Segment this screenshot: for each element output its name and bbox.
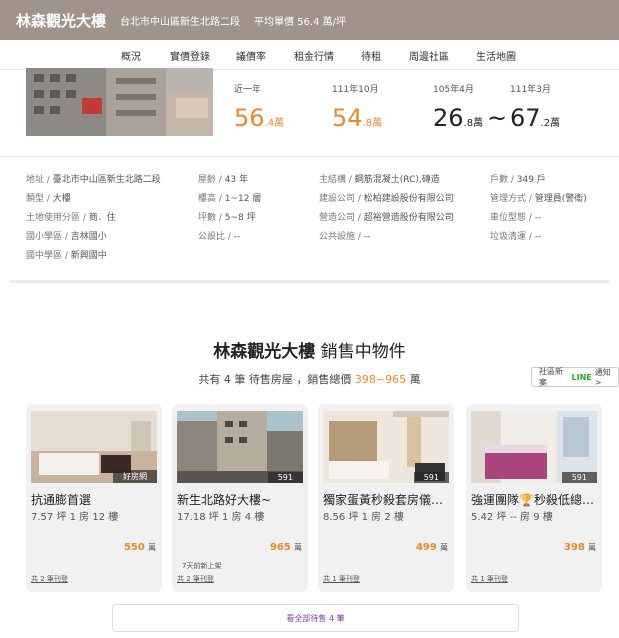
info-elementary-school: 國小學區 / 吉林國小: [26, 232, 107, 242]
info-area: 坪數 / 5~8 坪: [198, 213, 256, 223]
tab-for-rent[interactable]: 待租: [361, 48, 381, 63]
listing-source-badge: 591: [561, 472, 597, 483]
info-public-ratio: 公設比 / --: [198, 232, 241, 242]
building-photo[interactable]: [26, 68, 213, 136]
listing-photo[interactable]: 591: [177, 411, 303, 483]
listing-card[interactable]: 591 獨家蛋黃秒殺套房儀… 8.56 坪 1 房 2 樓 499 萬 共 1 …: [318, 404, 454, 592]
price-label-min-date: 105年4月: [433, 85, 474, 95]
tab-nearby-communities[interactable]: 周邊社區: [409, 48, 449, 63]
price-recent-year: 56.4萬: [234, 104, 285, 132]
info-facilities: 公共設施 / --: [319, 232, 371, 242]
listing-title[interactable]: 獨家蛋黃秒殺套房儀…: [323, 491, 449, 508]
info-builder: 建設公司 / 松柏建設股份有限公司: [319, 194, 454, 204]
price-label-latest-month: 111年10月: [332, 85, 379, 95]
listing-price: 550 萬: [123, 542, 156, 553]
listing-agent-count[interactable]: 共 2 筆刊登: [177, 574, 214, 584]
building-name: 林森觀光大樓: [16, 11, 107, 30]
divider: [0, 156, 619, 157]
tab-transactions[interactable]: 實價登錄: [170, 48, 210, 63]
price-label-recent-year: 近一年: [234, 85, 262, 95]
listing-spec: 5.42 坪 -- 房 9 樓: [471, 512, 553, 523]
listing-card[interactable]: 591 強運團隊🏆秒殺低總… 5.42 坪 -- 房 9 樓 398 萬 共 1…: [466, 404, 602, 592]
section-tabs: 概況 實價登錄 議價率 租金行情 待租 周邊社區 生活地圖: [0, 40, 619, 70]
tab-bargain-rate[interactable]: 議價率: [236, 48, 266, 63]
listing-spec: 17.18 坪 1 房 4 樓: [177, 512, 265, 523]
info-address: 地址 / 臺北市中山區新生北路二段: [26, 175, 161, 185]
info-age: 屋齡 / 43 年: [198, 175, 249, 185]
listing-photo[interactable]: 591: [471, 411, 597, 483]
listing-title[interactable]: 抗通膨首選: [31, 491, 157, 508]
view-all-listings-button[interactable]: 看全部待售 4 筆: [112, 604, 519, 632]
info-structure: 主結構 / 鋼筋混凝土(RC),磚造: [319, 175, 440, 185]
info-type: 類型 / 大樓: [26, 194, 71, 204]
listing-agent-count[interactable]: 共 2 筆刊登: [31, 574, 68, 584]
info-floors: 樓高 / 1~12 層: [198, 194, 262, 204]
listing-price: 398 萬: [563, 542, 596, 553]
info-garbage: 垃圾清運 / --: [490, 232, 542, 242]
tab-life-map[interactable]: 生活地圖: [476, 48, 516, 63]
listing-agent-count[interactable]: 共 1 筆刊登: [323, 574, 360, 584]
tab-rent-prices[interactable]: 租金行情: [294, 48, 334, 63]
listing-source-badge: 591: [267, 472, 303, 483]
tab-overview[interactable]: 概況: [121, 48, 141, 70]
listing-title[interactable]: 新生北路好大樓~: [177, 491, 303, 508]
info-households: 戶數 / 349 戶: [490, 175, 546, 185]
price-latest-month: 54.8萬: [332, 104, 383, 132]
price-range-tilde: ~: [487, 104, 508, 132]
listing-source-badge: 好房網: [113, 470, 157, 483]
listing-new-tag: 7天前新上架: [182, 562, 222, 570]
price-min: 26.8萬: [433, 104, 484, 132]
listing-photo[interactable]: 591: [323, 411, 449, 483]
listing-price: 965 萬: [269, 542, 302, 553]
listing-agent-count[interactable]: 共 1 筆刊登: [471, 574, 508, 584]
listing-price: 499 萬: [415, 542, 448, 553]
line-notify-button[interactable]: 社區新案 LINE 通知 >: [531, 367, 619, 387]
info-management: 管理方式 / 管理員(警衛): [490, 194, 587, 204]
price-max: 67.2萬: [510, 104, 561, 132]
building-header: 林森觀光大樓 台北市中山區新生北路二段 平均單價 56.4 萬/坪: [0, 0, 619, 40]
section-divider: [10, 280, 609, 283]
for-sale-title: 林森觀光大樓 銷售中物件: [213, 342, 406, 362]
info-contractor: 營造公司 / 超裕營造股份有限公司: [319, 213, 454, 223]
listing-photo[interactable]: 好房網: [31, 411, 157, 483]
info-zoning: 土地使用分區 / 商．住: [26, 213, 116, 223]
info-parking: 車位型態 / --: [490, 213, 542, 223]
average-price: 平均單價 56.4 萬/坪: [254, 16, 347, 28]
listing-spec: 7.57 坪 1 房 12 樓: [31, 512, 119, 523]
listing-title[interactable]: 強運團隊🏆秒殺低總…: [471, 491, 597, 508]
listing-source-badge: 591: [413, 472, 449, 483]
info-junior-high-school: 國中學區 / 新興國中: [26, 251, 107, 261]
listing-card[interactable]: 591 新生北路好大樓~ 17.18 坪 1 房 4 樓 965 萬 7天前新上…: [172, 404, 308, 592]
listing-spec: 8.56 坪 1 房 2 樓: [323, 512, 404, 523]
building-address: 台北市中山區新生北路二段: [120, 16, 241, 28]
listing-card[interactable]: 好房網 抗通膨首選 7.57 坪 1 房 12 樓 550 萬 共 2 筆刊登: [26, 404, 162, 592]
price-label-max-date: 111年3月: [510, 85, 551, 95]
for-sale-summary: 共有 4 筆 待售房屋 ，銷售總價 398~965 萬: [198, 373, 421, 386]
